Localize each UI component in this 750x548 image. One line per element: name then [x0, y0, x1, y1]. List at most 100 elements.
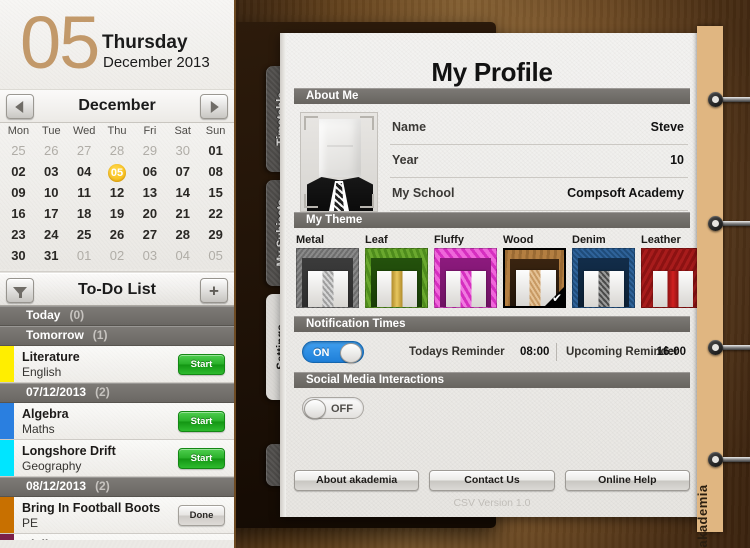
footer-button-0[interactable]: About akademia: [294, 470, 420, 491]
todo-group-label: Today: [26, 308, 61, 322]
my-theme-section-header: My Theme: [294, 212, 690, 228]
calendar-day-cell[interactable]: 03: [35, 161, 68, 182]
calendar-day-cell[interactable]: 08: [199, 161, 232, 182]
calendar-day-cell[interactable]: 28: [101, 140, 134, 161]
theme-swatch-label: Fluffy: [434, 234, 464, 246]
calendar-day-cell[interactable]: 26: [35, 140, 68, 161]
calendar-day-cell[interactable]: 23: [2, 224, 35, 245]
calendar-day-cell[interactable]: 25: [68, 224, 101, 245]
binder-ring: [708, 340, 750, 355]
calendar-day-cell[interactable]: 24: [35, 224, 68, 245]
upcoming-reminder-time[interactable]: 16:00: [657, 346, 686, 358]
calendar-day-cell[interactable]: 26: [101, 224, 134, 245]
calendar-day-cell[interactable]: 28: [166, 224, 199, 245]
footer-button-row[interactable]: About akademia Contact Us Online Help: [294, 470, 690, 491]
calendar-week-row: 25 26 27 28 29 30 01: [2, 140, 232, 161]
theme-swatch-preview: ✔: [503, 248, 566, 308]
calendar-day-cell[interactable]: 31: [35, 245, 68, 266]
calendar-day-cell[interactable]: 05: [199, 245, 232, 266]
add-task-button[interactable]: +: [200, 278, 228, 303]
profile-field[interactable]: My School Compsoft Academy: [390, 178, 688, 211]
calendar-day-cell[interactable]: 15: [199, 182, 232, 203]
todo-list[interactable]: Today (0) Tomorrow (1) Literature English Star…: [0, 306, 234, 540]
calendar-day-cell[interactable]: 25: [2, 140, 35, 161]
todo-group-header: Today (0): [0, 306, 234, 326]
theme-swatch-label: Metal: [296, 234, 325, 246]
subject-color-bar: [0, 497, 14, 533]
footer-button-2[interactable]: Online Help: [564, 470, 690, 491]
todo-group-header: Tomorrow (1): [0, 326, 234, 346]
todo-task-row[interactable]: Longshore Drift Geography Start: [0, 440, 234, 477]
avatar-placeholder-icon[interactable]: [300, 112, 378, 212]
todays-reminder-time[interactable]: 08:00: [520, 346, 549, 358]
calendar-day-cell[interactable]: 06: [133, 161, 166, 182]
calendar-day-cell[interactable]: 29: [133, 140, 166, 161]
prev-month-button[interactable]: [6, 94, 34, 119]
calendar-day-cell[interactable]: 11: [68, 182, 101, 203]
calendar-day-cell[interactable]: 01: [199, 140, 232, 161]
footer-button-1[interactable]: Contact Us: [429, 470, 555, 491]
calendar-day-cell[interactable]: 22: [199, 203, 232, 224]
todo-task-row[interactable]: Bring In Football Boots PE Done: [0, 497, 234, 534]
page-title: My Profile: [431, 57, 553, 87]
calendar-grid[interactable]: Mon Tue Wed Thu Fri Sat Sun 25 26 27 28 29 30 01 02 03…: [0, 123, 234, 269]
calendar-weeks[interactable]: 25 26 27 28 29 30 01 02 03 04 05 06 07 08 09 10 11 12 13 14…: [2, 140, 232, 266]
calendar-day-cell[interactable]: 30: [2, 245, 35, 266]
calendar-day-cell[interactable]: 18: [68, 203, 101, 224]
filter-button[interactable]: [6, 278, 34, 303]
calendar-day-cell[interactable]: 27: [68, 140, 101, 161]
theme-swatch-denim[interactable]: Denim: [572, 234, 635, 308]
task-start-button[interactable]: Start: [178, 354, 225, 375]
calendar-day-cell[interactable]: 03: [133, 245, 166, 266]
calendar-day-cell[interactable]: 17: [35, 203, 68, 224]
notification-times-section-header: Notification Times: [294, 316, 690, 332]
todo-task-row[interactable]: Civil WarHistoryStart: [0, 534, 234, 540]
theme-swatch-list[interactable]: Metal Leaf Fluffy Wood ✔ Denim Leather: [294, 234, 704, 308]
date-header: 05 Thursday December 2013: [0, 0, 234, 92]
todo-task-row[interactable]: Literature English Start: [0, 346, 234, 383]
calendar-day-cell[interactable]: 16: [2, 203, 35, 224]
calendar-day-cell[interactable]: 21: [166, 203, 199, 224]
next-month-button[interactable]: [200, 94, 228, 119]
social-media-toggle[interactable]: OFF: [302, 397, 364, 419]
theme-swatch-leather[interactable]: Leather: [641, 234, 704, 308]
task-subject: Maths: [22, 422, 55, 436]
calendar-day-cell[interactable]: 30: [166, 140, 199, 161]
profile-field[interactable]: Name Steve: [390, 112, 688, 145]
calendar-day-cell[interactable]: 12: [101, 182, 134, 203]
calendar-day-cell[interactable]: 04: [68, 161, 101, 182]
task-start-button[interactable]: Start: [178, 448, 225, 469]
theme-swatch-label: Wood: [503, 234, 534, 246]
task-done-button[interactable]: Done: [178, 505, 225, 526]
todo-task-row[interactable]: Algebra Maths Start: [0, 403, 234, 440]
photo-corner-icon: [360, 194, 374, 208]
calendar-day-cell[interactable]: 14: [166, 182, 199, 203]
notifications-toggle[interactable]: ON: [302, 341, 364, 363]
task-start-button[interactable]: Start: [178, 411, 225, 432]
calendar-day-cell[interactable]: 27: [133, 224, 166, 245]
calendar-day-cell[interactable]: 29: [199, 224, 232, 245]
calendar-day-cell[interactable]: 02: [101, 245, 134, 266]
calendar-day-cell[interactable]: 10: [35, 182, 68, 203]
calendar-day-cell[interactable]: 02: [2, 161, 35, 182]
calendar-day-cell[interactable]: 01: [68, 245, 101, 266]
page-edge: [280, 33, 286, 517]
calendar-day-cell[interactable]: 04: [166, 245, 199, 266]
calendar-day-cell[interactable]: 19: [101, 203, 134, 224]
task-subject: Geography: [22, 459, 82, 473]
calendar-day-cell[interactable]: 07: [166, 161, 199, 182]
theme-swatch-metal[interactable]: Metal: [296, 234, 359, 308]
toggle-knob: [304, 399, 326, 419]
task-subject: English: [22, 365, 62, 379]
theme-swatch-fluffy[interactable]: Fluffy: [434, 234, 497, 308]
month-navigation: December: [0, 90, 234, 123]
profile-field[interactable]: Year 10: [390, 145, 688, 178]
notifications-toggle-label: ON: [313, 347, 330, 359]
theme-swatch-leaf[interactable]: Leaf: [365, 234, 428, 308]
calendar-day-cell[interactable]: 05: [101, 161, 134, 182]
calendar-day-cell[interactable]: 09: [2, 182, 35, 203]
calendar-day-cell[interactable]: 13: [133, 182, 166, 203]
theme-swatch-wood[interactable]: Wood ✔: [503, 234, 566, 308]
profile-page: My Profile About Me Name Steve Year 10 My Sc…: [280, 33, 704, 517]
calendar-day-cell[interactable]: 20: [133, 203, 166, 224]
